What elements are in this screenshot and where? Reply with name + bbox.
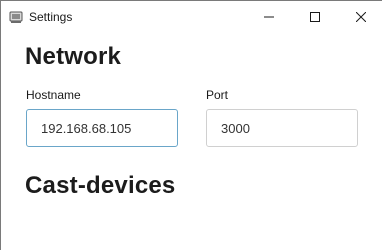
hostname-label: Hostname [26, 88, 81, 102]
network-heading: Network [25, 43, 122, 70]
maximize-button[interactable] [292, 1, 338, 33]
port-label: Port [206, 88, 229, 102]
window-title: Settings [29, 10, 73, 24]
maximize-icon [310, 12, 320, 22]
port-input[interactable] [206, 109, 358, 147]
title-bar[interactable]: Settings [1, 1, 382, 34]
app-icon [9, 10, 23, 24]
close-button[interactable] [338, 1, 382, 33]
settings-window: Settings Network Hostname Port Cast-devi… [0, 0, 382, 250]
minimize-icon [264, 16, 274, 18]
minimize-button[interactable] [246, 1, 292, 33]
hostname-input[interactable] [26, 109, 178, 147]
cast-devices-heading: Cast-devices [25, 172, 176, 199]
close-icon [356, 12, 366, 22]
